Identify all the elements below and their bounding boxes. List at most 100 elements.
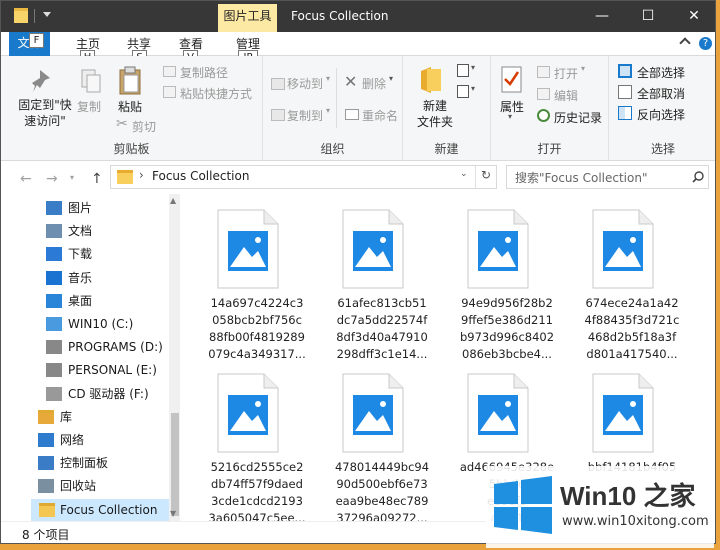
sidebar-item-label: 桌面 bbox=[68, 293, 93, 308]
rename-icon bbox=[345, 109, 359, 120]
history-icon bbox=[537, 109, 550, 122]
paste-icon bbox=[119, 66, 141, 95]
documents-icon bbox=[46, 224, 62, 239]
new-folder-label: 新建 文件夹 bbox=[417, 99, 454, 129]
paste-shortcut-icon bbox=[163, 86, 176, 98]
item-count: 8 个项目 bbox=[22, 528, 70, 542]
sidebar-item[interactable]: 图片 bbox=[1, 197, 169, 219]
copy-to-dropdown-icon: ▾ bbox=[326, 106, 331, 115]
open-group: 属性 ▾ 打开 ▾ 编辑 历史记录 打开 bbox=[491, 56, 609, 161]
file-name-line: 8df3d40a47910 bbox=[336, 330, 428, 344]
sidebar-item[interactable]: PERSONAL (E:) bbox=[1, 359, 169, 381]
quick-access-dropdown-icon[interactable] bbox=[43, 12, 51, 17]
move-to-dropdown-icon: ▾ bbox=[326, 74, 331, 83]
cd-drive-icon bbox=[46, 386, 62, 401]
file-name-line: eaa9be48ec789 bbox=[335, 494, 429, 508]
sidebar-item[interactable]: Focus Collection bbox=[31, 498, 169, 521]
network-icon bbox=[38, 433, 54, 447]
address-path[interactable]: Focus Collection bbox=[152, 169, 249, 183]
scroll-up-icon[interactable]: ▲ bbox=[170, 196, 176, 205]
windows-drive-icon bbox=[46, 317, 62, 331]
search-input[interactable]: 搜索"Focus Collection" bbox=[515, 169, 647, 186]
file-name-line: 88fb00f4819289 bbox=[209, 330, 305, 344]
sidebar-item[interactable]: 回收站 bbox=[1, 475, 161, 497]
new-item-dropdown-icon: ▾ bbox=[471, 63, 476, 72]
recent-locations-chevron-icon[interactable]: ▾ bbox=[70, 173, 74, 182]
file-name: 674ece24a1a42 4f88435f3d721c 468d2b5f18a3f… bbox=[576, 295, 688, 363]
edit-label: 编辑 bbox=[554, 89, 579, 103]
paste-shortcut-label: 粘贴快捷方式 bbox=[180, 87, 253, 101]
select-all-icon bbox=[618, 64, 632, 78]
file-name: 14a697c4224c3 058bcb2bf756c 88fb00f4819289… bbox=[201, 295, 313, 363]
sidebar-item[interactable]: WIN10 (C:) bbox=[1, 313, 169, 335]
sidebar-item[interactable]: PROGRAMS (D:) bbox=[1, 336, 169, 358]
search-icon[interactable] bbox=[692, 171, 704, 183]
file-item[interactable]: 94e9d956f28b2 9ffef5e386d211 b973d996c8402… bbox=[447, 209, 567, 379]
invert-selection-label: 反向选择 bbox=[637, 108, 686, 122]
select-none-icon bbox=[618, 85, 632, 99]
sidebar-item[interactable]: 文档 bbox=[1, 220, 169, 242]
scroll-down-icon[interactable]: ▼ bbox=[170, 509, 176, 518]
sidebar-item-label: 库 bbox=[60, 409, 73, 424]
history-label: 历史记录 bbox=[554, 111, 603, 125]
file-name-line: 079c4a349317... bbox=[208, 347, 306, 361]
select-group: 全部选择 全部取消 反向选择 选择 bbox=[609, 56, 715, 161]
sidebar-item[interactable]: 网络 bbox=[1, 429, 161, 451]
quick-access-folder-icon[interactable] bbox=[14, 8, 28, 23]
sidebar-item[interactable]: 音乐 bbox=[1, 267, 169, 289]
image-file-icon bbox=[342, 373, 404, 453]
sidebar-scrollbar-thumb[interactable] bbox=[171, 413, 179, 516]
help-icon[interactable]: ? bbox=[699, 37, 712, 50]
sidebar-item[interactable]: 控制面板 bbox=[1, 452, 161, 474]
file-item[interactable]: 478014449bc94 90d500ebf6e73 eaa9be48ec789 3… bbox=[322, 373, 442, 543]
windows-logo-icon bbox=[494, 476, 552, 534]
file-item[interactable]: 61afec813cb51 dc7a5dd22574f 8df3d40a47910 2… bbox=[322, 209, 442, 379]
sidebar-item[interactable]: CD 驱动器 (F:) bbox=[1, 383, 169, 405]
drive-icon bbox=[46, 340, 62, 355]
pictures-icon bbox=[46, 201, 62, 215]
maximize-button[interactable]: ☐ bbox=[625, 1, 671, 32]
image-file-icon bbox=[342, 209, 404, 289]
file-item[interactable]: 14a697c4224c3 058bcb2bf756c 88fb00f4819289… bbox=[197, 209, 317, 379]
file-item[interactable]: 674ece24a1a42 4f88435f3d721c 468d2b5f18a3f… bbox=[572, 209, 692, 379]
downloads-icon bbox=[46, 247, 62, 262]
forward-arrow-icon[interactable]: → bbox=[46, 171, 58, 187]
picture-tools-context-tab[interactable]: 图片工具 bbox=[218, 4, 277, 32]
back-arrow-icon[interactable]: ← bbox=[20, 171, 32, 187]
refresh-icon[interactable]: ↻ bbox=[481, 168, 491, 182]
new-group-label: 新建 bbox=[434, 142, 459, 156]
copy-path-icon bbox=[163, 66, 176, 77]
address-dropdown-icon[interactable]: ⌄ bbox=[460, 169, 468, 179]
sidebar-item-label: 音乐 bbox=[68, 270, 93, 285]
sidebar-item-label: PROGRAMS (D:) bbox=[68, 340, 163, 355]
delete-dropdown-icon: ▾ bbox=[389, 74, 394, 83]
close-button[interactable]: ✕ bbox=[671, 1, 715, 32]
file-name-line: d801a417540... bbox=[586, 347, 678, 361]
delete-label: 删除 bbox=[362, 77, 387, 91]
select-all-label: 全部选择 bbox=[637, 66, 686, 80]
recycle-bin-icon bbox=[38, 479, 54, 494]
new-group: 新建 文件夹 ▾ ▾ 新建 bbox=[403, 56, 491, 161]
sidebar-item[interactable]: 下载 bbox=[1, 243, 169, 265]
minimize-button[interactable]: — bbox=[579, 1, 625, 32]
copy-label: 复制 bbox=[77, 100, 102, 114]
move-to-icon bbox=[271, 78, 285, 90]
copy-path-label: 复制路径 bbox=[180, 66, 229, 80]
ribbon: 固定到"快 速访问" 复制 粘贴 复制路径 粘贴快捷方式 ✂ 剪切 剪贴板 移动… bbox=[1, 56, 715, 161]
pin-label: 固定到"快 速访问" bbox=[18, 98, 72, 128]
sidebar-item[interactable]: 库 bbox=[1, 406, 161, 428]
sidebar-item[interactable]: 桌面 bbox=[1, 290, 169, 312]
search-box[interactable]: 搜索"Focus Collection" bbox=[506, 165, 709, 189]
address-bar[interactable]: › Focus Collection ⌄ ↻ bbox=[110, 165, 497, 189]
up-arrow-icon[interactable]: ↑ bbox=[91, 171, 103, 187]
scissors-icon: ✂ bbox=[116, 116, 128, 132]
file-name-line: 298dff3c1e14... bbox=[336, 347, 428, 361]
file-item[interactable]: 5216cd2555ce2 db74ff57f9daed 3cde1cdcd2193… bbox=[197, 373, 317, 543]
breadcrumb-chevron-icon[interactable]: › bbox=[139, 168, 144, 182]
copy-to-icon bbox=[271, 109, 285, 121]
organize-separator bbox=[336, 68, 337, 128]
control-panel-icon bbox=[38, 456, 54, 471]
image-file-icon bbox=[592, 209, 654, 289]
drive-icon bbox=[46, 363, 62, 378]
easy-access-dropdown-icon: ▾ bbox=[471, 84, 476, 93]
